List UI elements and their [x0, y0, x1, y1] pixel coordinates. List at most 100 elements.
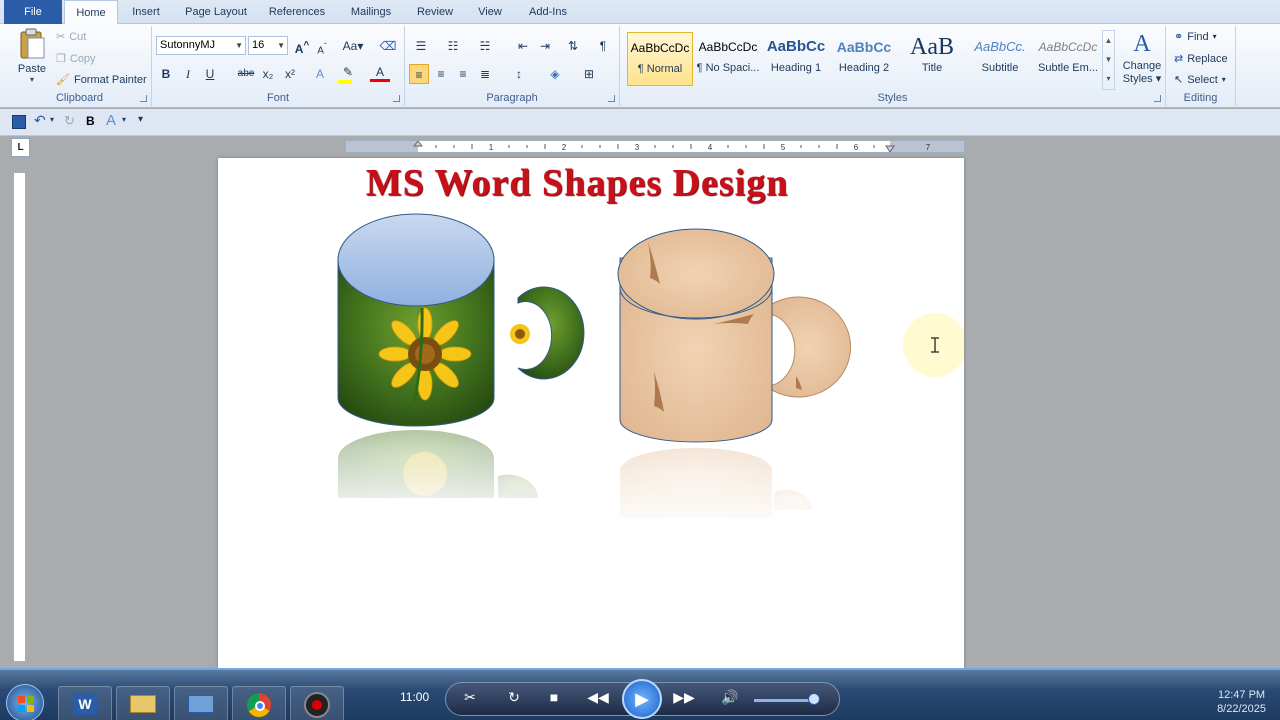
- windows-start-button[interactable]: [6, 684, 44, 720]
- italic-button[interactable]: I: [178, 64, 198, 84]
- style-no-spacing-sample: AaBbCcDc: [698, 40, 758, 54]
- tab-mailings[interactable]: Mailings: [342, 0, 400, 24]
- text-effects-qat-icon[interactable]: A: [106, 112, 116, 129]
- volume-slider-thumb[interactable]: [808, 693, 820, 705]
- tab-page-layout[interactable]: Page Layout: [180, 0, 252, 24]
- styles-gallery-scroll[interactable]: ▲ ▼ ▾: [1102, 30, 1115, 90]
- font-group-label: Font: [266, 92, 289, 104]
- align-right-icon[interactable]: ≡: [453, 64, 473, 84]
- paper-texture-mug-shape[interactable]: [617, 228, 851, 443]
- strikethrough-button[interactable]: abe: [234, 64, 258, 84]
- underline-button[interactable]: U: [200, 64, 220, 84]
- style-heading-1[interactable]: AaBbCc Heading 1: [763, 32, 829, 86]
- stop-icon[interactable]: ■: [542, 689, 566, 705]
- highlighter-icon[interactable]: ✎: [338, 62, 358, 82]
- style-heading-2[interactable]: AaBbCc Heading 2: [831, 32, 897, 86]
- paste-button[interactable]: Paste ▾: [14, 28, 50, 88]
- crop-icon[interactable]: ✂: [458, 689, 482, 706]
- font-color-button[interactable]: A: [370, 64, 390, 82]
- find-button[interactable]: ⚭ Find ▾: [1174, 30, 1217, 44]
- taskbar-chrome-app[interactable]: [232, 686, 286, 720]
- bold-qat-icon[interactable]: B: [86, 114, 95, 128]
- select-button[interactable]: ↖ Select ▾: [1174, 73, 1226, 87]
- horizontal-ruler[interactable]: 1 2 3 4 5 6 7: [345, 140, 965, 153]
- line-spacing-icon[interactable]: ↕: [509, 64, 529, 84]
- text-effects-button[interactable]: A: [310, 64, 330, 84]
- refresh-icon[interactable]: ↻: [502, 689, 526, 706]
- tab-file[interactable]: File: [4, 0, 62, 24]
- tab-insert[interactable]: Insert: [124, 0, 168, 24]
- style-no-spacing[interactable]: AaBbCcDc ¶ No Spaci...: [695, 32, 761, 86]
- tab-add-ins[interactable]: Add-Ins: [520, 0, 576, 24]
- tab-view[interactable]: View: [470, 0, 510, 24]
- ribbon: Paste ▾ ✂ Cut ❐ Copy 🖌 Format Painter Cl…: [0, 24, 1280, 108]
- undo-icon[interactable]: ↶: [34, 112, 46, 129]
- align-left-icon[interactable]: ≡: [409, 64, 429, 84]
- taskbar-window-app[interactable]: [174, 686, 228, 720]
- save-icon[interactable]: [12, 115, 26, 129]
- show-marks-icon[interactable]: ¶: [593, 36, 613, 56]
- grow-font-button[interactable]: A^: [292, 36, 312, 56]
- numbering-icon[interactable]: ☷: [443, 36, 463, 56]
- volume-slider[interactable]: [754, 699, 816, 702]
- paragraph-launcher-icon[interactable]: [608, 95, 615, 102]
- undo-dropdown-icon[interactable]: ▾: [50, 115, 54, 124]
- subscript-button[interactable]: x₂: [258, 64, 278, 84]
- tab-stop-selector[interactable]: L: [11, 138, 30, 157]
- bullets-icon[interactable]: ☰: [411, 36, 431, 56]
- multilevel-list-icon[interactable]: ☵: [475, 36, 495, 56]
- sort-icon[interactable]: ⇅: [563, 36, 583, 56]
- taskbar-recorder-app[interactable]: [290, 686, 344, 720]
- font-size-value: 16: [252, 39, 265, 51]
- styles-launcher-icon[interactable]: [1154, 95, 1161, 102]
- system-clock[interactable]: 12:47 PM 8/22/2025: [1217, 688, 1266, 716]
- document-page[interactable]: MS Word Shapes Design: [218, 158, 964, 668]
- font-size-select[interactable]: 16 ▼: [248, 36, 288, 55]
- clear-formatting-icon[interactable]: ⌫: [378, 36, 398, 56]
- vertical-ruler[interactable]: [13, 172, 26, 662]
- clipboard-group: Paste ▾ ✂ Cut ❐ Copy 🖌 Format Painter Cl…: [8, 26, 152, 106]
- style-subtle-emphasis[interactable]: AaBbCcDc Subtle Em...: [1035, 32, 1101, 86]
- shrink-font-button[interactable]: Aˇ: [312, 36, 332, 56]
- paintbrush-icon: 🖌: [56, 74, 70, 86]
- sunflower-mug-shape[interactable]: [337, 213, 585, 427]
- change-styles-button[interactable]: A Change Styles ▾: [1120, 28, 1164, 92]
- borders-icon[interactable]: ⊞: [579, 64, 599, 84]
- clipboard-group-label: Clipboard: [55, 92, 104, 104]
- paste-icon: [20, 28, 45, 59]
- superscript-button[interactable]: x²: [280, 64, 300, 84]
- fast-forward-icon[interactable]: ▶▶: [672, 689, 696, 706]
- play-button[interactable]: ▶: [622, 679, 662, 719]
- format-painter-button[interactable]: 🖌 Format Painter: [56, 73, 147, 87]
- taskbar-word-app[interactable]: W: [58, 686, 112, 720]
- editing-group: ⚭ Find ▾ ⇄ Replace ↖ Select ▾ Editing: [1166, 26, 1236, 106]
- text-effects-dropdown-icon[interactable]: ▾: [122, 115, 126, 124]
- copy-button[interactable]: ❐ Copy: [56, 52, 96, 66]
- align-center-icon[interactable]: ≡: [431, 64, 451, 84]
- bold-button[interactable]: B: [156, 64, 176, 84]
- clipboard-launcher-icon[interactable]: [140, 95, 147, 102]
- style-subtitle[interactable]: AaBbCc. Subtitle: [967, 32, 1033, 86]
- style-normal[interactable]: AaBbCcDc ¶ Normal: [627, 32, 693, 86]
- style-title[interactable]: AaB Title: [899, 32, 965, 86]
- decrease-indent-icon[interactable]: ⇤: [513, 36, 533, 56]
- font-family-select[interactable]: SutonnyMJ ▼: [156, 36, 246, 55]
- rewind-icon[interactable]: ◀◀: [586, 689, 610, 706]
- increase-indent-icon[interactable]: ⇥: [535, 36, 555, 56]
- cut-button[interactable]: ✂ Cut: [56, 30, 86, 44]
- replace-button[interactable]: ⇄ Replace: [1174, 52, 1228, 66]
- customize-qat-icon[interactable]: ▾: [138, 114, 143, 125]
- paper-mug-reflection: [610, 442, 830, 532]
- tab-references[interactable]: References: [264, 0, 330, 24]
- redo-icon[interactable]: ↻: [64, 113, 75, 129]
- tab-review[interactable]: Review: [410, 0, 460, 24]
- tab-home[interactable]: Home: [64, 0, 118, 25]
- justify-icon[interactable]: ≣: [475, 64, 495, 84]
- font-launcher-icon[interactable]: [393, 95, 400, 102]
- shading-icon[interactable]: ◈: [545, 64, 565, 84]
- taskbar-explorer-app[interactable]: [116, 686, 170, 720]
- volume-icon[interactable]: 🔊: [718, 689, 742, 706]
- font-group: SutonnyMJ ▼ 16 ▼ A^ Aˇ Aa▾ ⌫ B I U abe x₂ …: [152, 26, 405, 106]
- change-case-button[interactable]: Aa▾: [340, 36, 366, 56]
- scissors-icon: ✂: [56, 31, 66, 43]
